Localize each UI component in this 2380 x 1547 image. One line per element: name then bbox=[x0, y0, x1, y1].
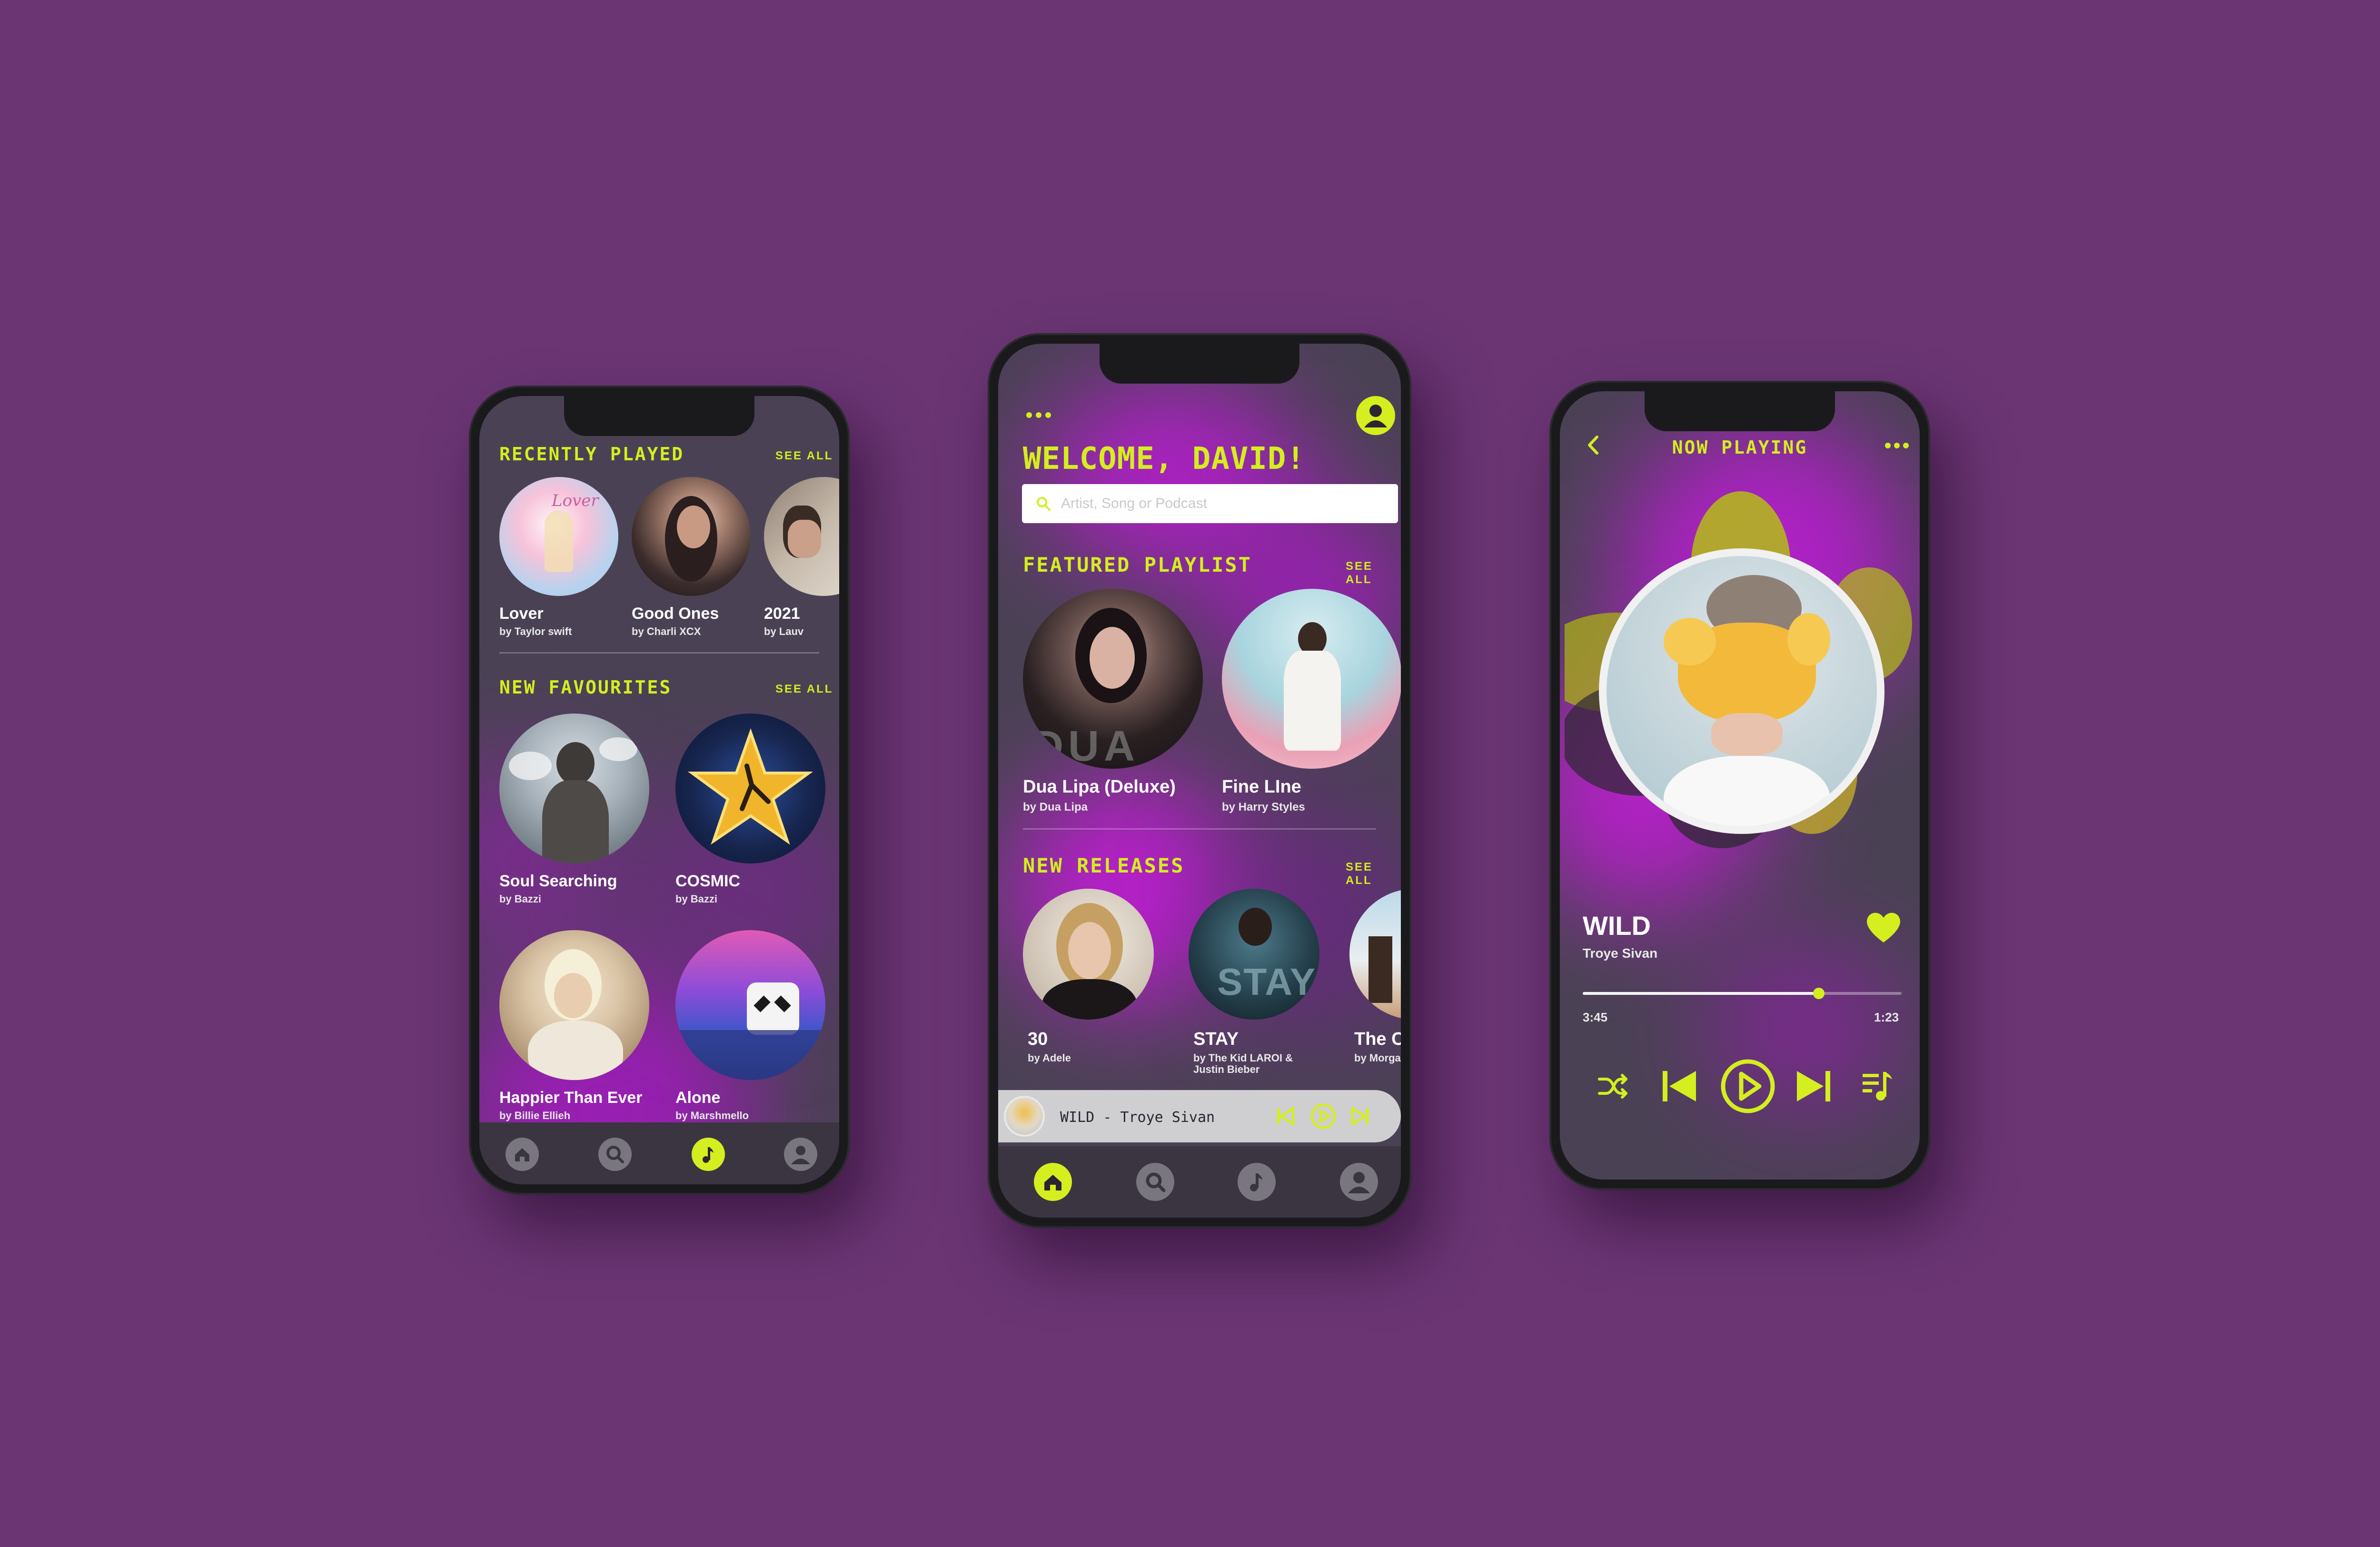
recently-played-see-all[interactable]: SEE ALL bbox=[775, 449, 833, 463]
album-cover-cosmic[interactable] bbox=[675, 714, 825, 863]
like-heart-icon[interactable] bbox=[1864, 910, 1903, 944]
nav-profile-icon[interactable] bbox=[1340, 1163, 1378, 1201]
mini-player-cover bbox=[1004, 1096, 1045, 1137]
elapsed-time: 3:45 bbox=[1583, 1010, 1608, 1024]
nav-search-icon[interactable] bbox=[598, 1138, 632, 1171]
fav-title-2: COSMIC bbox=[675, 872, 740, 890]
album-cover-dua-lipa[interactable]: DUA bbox=[1023, 589, 1203, 769]
featured-title-2: Fine LIne bbox=[1222, 777, 1301, 797]
new-favourites-see-all[interactable]: SEE ALL bbox=[775, 683, 833, 696]
queue-icon[interactable] bbox=[1859, 1067, 1897, 1105]
album-cover-30[interactable] bbox=[1023, 889, 1154, 1020]
mini-play-icon[interactable] bbox=[1310, 1103, 1337, 1130]
nav-search-icon[interactable] bbox=[1136, 1163, 1174, 1201]
mini-player-track: WILD - Troye Sivan bbox=[1060, 1109, 1215, 1126]
album-cover-alone[interactable] bbox=[675, 930, 825, 1080]
welcome-greeting: WELCOME, DAVID! bbox=[1023, 441, 1305, 476]
featured-playlist-heading: FEATURED PLAYLIST bbox=[1023, 553, 1252, 576]
fav-artist-3: by Billie Ellieh bbox=[499, 1110, 571, 1121]
track-artist: Troye Sivan bbox=[1583, 946, 1658, 961]
profile-avatar-icon[interactable] bbox=[1356, 396, 1395, 435]
new-releases-heading: NEW RELEASES bbox=[1023, 854, 1185, 877]
recently-played-heading: RECENTLY PLAYED bbox=[499, 444, 684, 465]
nav-profile-icon[interactable] bbox=[784, 1138, 817, 1171]
bottom-nav bbox=[998, 1146, 1401, 1218]
release-artist-3: by Morgan bbox=[1354, 1052, 1401, 1064]
bottom-nav bbox=[479, 1122, 839, 1184]
album-cover-happier-than-ever[interactable] bbox=[499, 930, 649, 1080]
recently-played-screen: RECENTLY PLAYED SEE ALL Lover Lover by T… bbox=[479, 396, 839, 1184]
album-cover-good-ones[interactable] bbox=[632, 477, 751, 596]
more-options-icon[interactable] bbox=[1024, 410, 1053, 420]
recent-title-1: Lover bbox=[499, 605, 544, 623]
search-icon bbox=[1035, 496, 1051, 512]
featured-see-all[interactable]: SEE ALL bbox=[1346, 560, 1401, 586]
remaining-time: 1:23 bbox=[1874, 1010, 1899, 1024]
fav-title-3: Happier Than Ever bbox=[499, 1089, 643, 1107]
nav-music-icon[interactable] bbox=[1238, 1163, 1276, 1201]
now-playing-header: NOW PLAYING bbox=[1672, 437, 1808, 458]
section-divider bbox=[1023, 828, 1376, 830]
more-options-icon[interactable] bbox=[1884, 441, 1910, 450]
release-title-3: The Co bbox=[1354, 1029, 1401, 1049]
now-playing-artwork bbox=[1599, 548, 1884, 834]
play-pause-icon[interactable] bbox=[1719, 1058, 1776, 1115]
release-title-2: STAY bbox=[1193, 1029, 1239, 1049]
album-cover-2021[interactable] bbox=[764, 477, 839, 596]
recent-artist-2: by Charli XCX bbox=[632, 625, 701, 637]
recent-title-3: 2021 bbox=[764, 605, 800, 623]
progress-bar[interactable] bbox=[1583, 988, 1902, 999]
nav-home-icon[interactable] bbox=[506, 1138, 539, 1171]
search-placeholder: Artist, Song or Podcast bbox=[1061, 496, 1207, 511]
phone-right: NOW PLAYING WILD Troye Sivan 3:45 1:23 bbox=[1549, 381, 1930, 1190]
progress-knob[interactable] bbox=[1813, 988, 1825, 999]
fav-title-4: Alone bbox=[675, 1089, 721, 1107]
fav-artist-1: by Bazzi bbox=[499, 893, 542, 905]
release-title-1: 30 bbox=[1028, 1029, 1048, 1049]
release-artist-2: by The Kid LAROI & bbox=[1193, 1052, 1293, 1064]
progress-fill bbox=[1583, 992, 1819, 995]
shuffle-icon[interactable] bbox=[1596, 1069, 1631, 1104]
new-releases-see-all[interactable]: SEE ALL bbox=[1346, 861, 1401, 887]
mini-next-icon[interactable] bbox=[1349, 1105, 1371, 1127]
release-artist-2b: Justin Bieber bbox=[1193, 1063, 1260, 1075]
previous-track-icon[interactable] bbox=[1660, 1067, 1699, 1105]
fav-artist-4: by Marshmello bbox=[675, 1110, 749, 1121]
mini-player[interactable]: WILD - Troye Sivan bbox=[998, 1090, 1401, 1142]
new-favourites-heading: NEW FAVOURITES bbox=[499, 677, 672, 698]
phone-center: WELCOME, DAVID! Artist, Song or Podcast … bbox=[988, 333, 1411, 1228]
album-cover-lover[interactable]: Lover bbox=[499, 477, 618, 596]
featured-artist-2: by Harry Styles bbox=[1222, 801, 1305, 813]
featured-artist-1: by Dua Lipa bbox=[1023, 801, 1088, 813]
recent-artist-1: by Taylor swift bbox=[499, 625, 572, 637]
featured-title-1: Dua Lipa (Deluxe) bbox=[1023, 777, 1176, 797]
recent-title-2: Good Ones bbox=[632, 605, 719, 623]
search-bar[interactable]: Artist, Song or Podcast bbox=[1022, 484, 1398, 523]
track-title: WILD bbox=[1583, 911, 1651, 941]
home-screen: WELCOME, DAVID! Artist, Song or Podcast … bbox=[998, 344, 1401, 1218]
now-playing-screen: NOW PLAYING WILD Troye Sivan 3:45 1:23 bbox=[1560, 391, 1920, 1180]
recent-artist-3: by Lauv bbox=[764, 625, 804, 637]
phone-left: RECENTLY PLAYED SEE ALL Lover Lover by T… bbox=[469, 386, 850, 1195]
album-cover-fine-line[interactable] bbox=[1222, 589, 1401, 769]
fav-title-1: Soul Searching bbox=[499, 872, 617, 890]
fav-artist-2: by Bazzi bbox=[675, 893, 718, 905]
nav-home-icon[interactable] bbox=[1034, 1163, 1072, 1201]
album-cover-soul-searching[interactable] bbox=[499, 714, 649, 863]
nav-music-icon[interactable] bbox=[692, 1138, 725, 1171]
mini-previous-icon[interactable] bbox=[1274, 1105, 1296, 1127]
album-cover-stay[interactable]: STAY bbox=[1189, 889, 1319, 1020]
release-artist-1: by Adele bbox=[1028, 1052, 1071, 1064]
next-track-icon[interactable] bbox=[1794, 1067, 1833, 1105]
section-divider bbox=[499, 652, 819, 654]
